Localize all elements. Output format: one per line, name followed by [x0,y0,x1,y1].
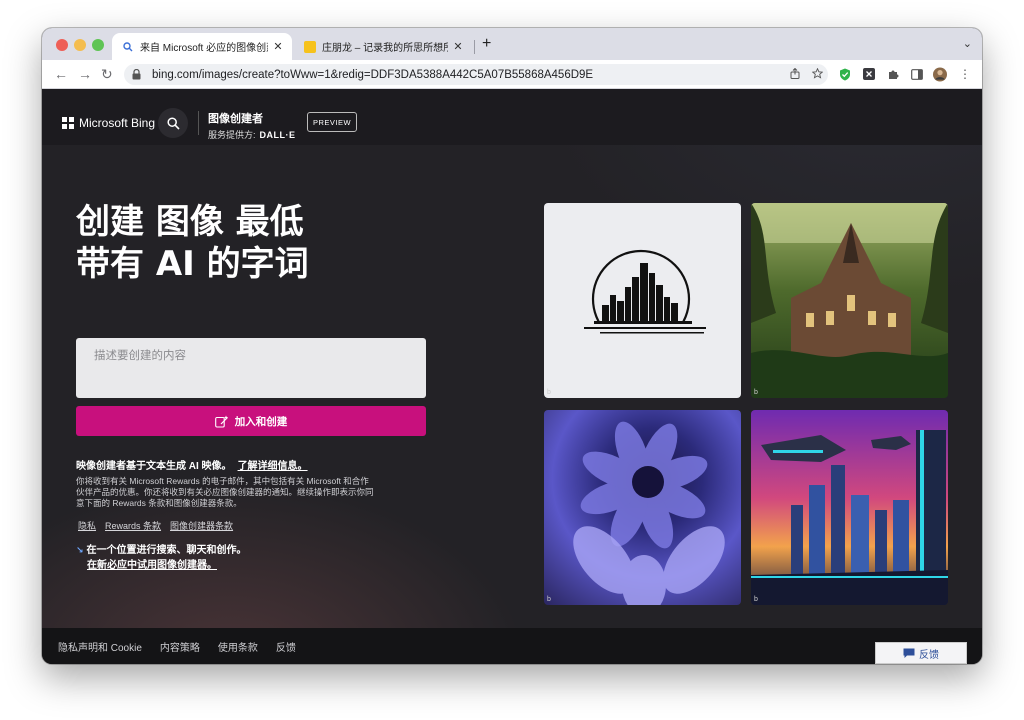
preview-badge: PREVIEW [307,112,357,132]
sample-image-castle: b [751,203,948,398]
tab-blog[interactable]: 庄朋龙 – 记录我的所思所想所得 ✕ [294,33,472,60]
windows-logo-icon [62,117,74,129]
lock-icon [132,69,144,80]
legal-links: 隐私 Rewards 条款 图像创建器条款 [78,519,242,532]
chat-bubble-icon [903,648,915,659]
join-and-create-button[interactable]: 加入和创建 [76,406,426,436]
close-tab-icon[interactable]: ✕ [272,40,284,53]
page-content: Microsoft Bing 图像创建者 服务提供方: DALL·E PREVIE… [42,89,982,664]
footer-feedback-link[interactable]: 反馈 [276,639,296,654]
tab-separator [474,40,475,54]
button-label: 加入和创建 [234,415,288,428]
avatar[interactable] [933,67,947,81]
search-icon [122,41,134,53]
browser-menu-icon[interactable]: ⋮ [958,67,972,81]
tab-image-creator[interactable]: 来自 Microsoft 必应的图像创建者 ✕ [112,33,292,60]
footer-privacy-cookies-link[interactable]: 隐私声明和 Cookie [58,639,142,654]
image-badge: b [547,596,551,603]
back-button[interactable]: ← [54,66,68,82]
tab-search-menu-icon[interactable]: ⌄ [963,37,972,50]
shield-extension-icon[interactable] [838,67,852,81]
sample-image-scifi-city: b [751,410,948,605]
search-button[interactable] [158,108,188,138]
puzzle-extensions-icon[interactable] [886,67,900,81]
sample-image-flower: b [544,410,741,605]
reload-button[interactable]: ↻ [101,66,113,83]
info-heading: 映像创建者基于文本生成 AI 映像。 了解详细信息。 [76,457,308,472]
feedback-button[interactable]: 反馈 [875,642,967,664]
image-badge: b [547,389,551,396]
site-footer: 隐私声明和 Cookie 内容策略 使用条款 反馈 [42,628,982,664]
close-tab-icon[interactable]: ✕ [452,40,464,53]
browser-toolbar: ← → ↻ bing.com/images/create?toWww=1&red… [42,60,982,89]
site-header: Microsoft Bing 图像创建者 服务提供方: DALL·E PREVIE… [42,89,982,145]
microsoft-bing-logo[interactable]: Microsoft Bing [62,116,155,130]
maximize-window-button[interactable] [92,39,104,51]
bookmark-star-icon[interactable] [806,67,828,82]
address-bar[interactable]: bing.com/images/create?toWww=1&redig=DDF… [124,64,828,85]
powered-by-label: 服务提供方: [208,130,256,140]
minimize-window-button[interactable] [74,39,86,51]
footer-terms-link[interactable]: 使用条款 [218,639,258,654]
tab-title: 来自 Microsoft 必应的图像创建者 [140,43,268,54]
forward-button[interactable]: → [78,66,92,82]
prompt-input[interactable] [76,338,426,398]
arrow-icon: ↘ [76,545,84,555]
share-icon[interactable] [784,67,806,82]
image-creator-terms-link[interactable]: 图像创建器条款 [170,519,233,532]
image-badge: b [754,596,758,603]
hero-title-line-1: 创建 图像 最低 [76,202,304,242]
create-sparkle-icon [214,415,229,428]
hero-title-line-2: 带有 AI 的字词 [76,244,309,284]
new-bing-promo: ↘ 在一个位置进行搜索、聊天和创作。 在新必应中试用图像创建器。 [76,543,247,573]
browser-window: 来自 Microsoft 必应的图像创建者 ✕ 庄朋龙 – 记录我的所思所想所得… [42,28,982,664]
info-title-text: 映像创建者基于文本生成 AI 映像。 [76,461,232,472]
promo-line-1: 在一个位置进行搜索、聊天和创作。 [86,545,247,556]
rewards-disclaimer: 你将收到有关 Microsoft Rewards 的电子邮件，其中包括有关 Mi… [76,476,374,508]
tab-strip: 来自 Microsoft 必应的图像创建者 ✕ 庄朋龙 – 记录我的所思所想所得… [42,28,982,60]
footer-content-policy-link[interactable]: 内容策略 [160,639,200,654]
blog-favicon-icon [304,40,316,53]
hero-title: 创建 图像 最低 带有 AI 的字词 [76,201,309,285]
new-tab-button[interactable]: + [482,35,491,53]
url-text: bing.com/images/create?toWww=1&redig=DDF… [152,68,594,81]
product-title: 图像创建者 服务提供方: DALL·E [208,110,296,141]
image-badge: b [754,389,758,396]
sidebar-toggle-icon[interactable] [910,67,924,81]
rewards-terms-link[interactable]: Rewards 条款 [105,519,161,532]
x-extension-icon[interactable] [862,67,876,81]
search-icon [166,116,180,130]
privacy-link[interactable]: 隐私 [78,519,96,532]
header-divider [198,111,199,135]
feedback-label: 反馈 [919,649,939,661]
sample-image-skyline: b [544,203,741,398]
logo-text: Microsoft Bing [79,116,156,130]
learn-more-link[interactable]: 了解详细信息。 [238,461,308,472]
tab-title: 庄朋龙 – 记录我的所思所想所得 [322,43,448,54]
powered-by: 服务提供方: DALL·E [208,128,296,141]
close-window-button[interactable] [56,39,68,51]
powered-by-value: DALL·E [259,130,296,140]
try-in-new-bing-link[interactable]: 在新必应中试用图像创建器。 [87,558,247,573]
product-name: 图像创建者 [208,113,263,125]
